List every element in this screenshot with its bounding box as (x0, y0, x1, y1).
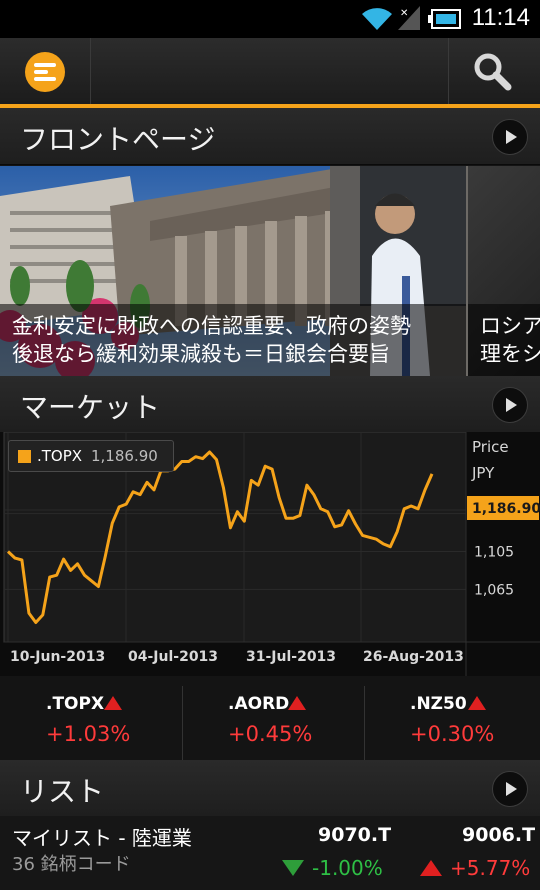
x-tick-label: 31-Jul-2013 (246, 649, 336, 665)
stock-code: 9070.T (318, 824, 392, 846)
front-page-more-button[interactable] (492, 119, 528, 155)
up-arrow-icon (468, 696, 486, 710)
ticker-nz50[interactable]: .NZ50 +0.30% (364, 686, 540, 760)
watchlist-title: マイリスト - 陸運業 (12, 826, 192, 850)
price-axis-label: Price (472, 438, 509, 456)
next-news-headline-line2: 理をシ (480, 342, 540, 366)
ticker-symbol: .TOPX (46, 694, 105, 714)
down-arrow-icon (282, 860, 304, 876)
up-arrow-icon (288, 696, 306, 710)
next-news-headline-line1: ロシア (480, 314, 540, 338)
list-title: リスト (20, 775, 105, 808)
chart-legend: .TOPX 1,186.90 (8, 440, 174, 472)
status-bar: ✕ 11:14 (0, 0, 540, 38)
legend-symbol: .TOPX (37, 447, 83, 465)
y-tick-label: 1,105 (474, 544, 514, 560)
list-header[interactable]: リスト (0, 760, 540, 817)
y-tick-label: 1,065 (474, 582, 514, 598)
ticker-symbol: .AORD (228, 694, 290, 714)
market-more-button[interactable] (492, 387, 528, 423)
app-bar (0, 38, 540, 104)
news-caption[interactable]: 金利安定に財政への信認重要、政府の姿勢 後退なら緩和効果減殺も＝日銀会合要旨 (0, 304, 466, 376)
x-tick-label: 26-Aug-2013 (363, 649, 464, 665)
market-title: マーケット (20, 391, 161, 424)
legend-value: 1,186.90 (91, 447, 158, 465)
front-page-title: フロントページ (20, 123, 216, 156)
watchlist-row[interactable]: マイリスト - 陸運業 36 銘柄コード 9070.T -1.00% 9006.… (0, 816, 540, 890)
battery-icon (428, 9, 461, 29)
svg-text:✕: ✕ (400, 8, 408, 19)
clock: 11:14 (471, 4, 530, 31)
next-news-caption[interactable]: ロシア 理をシ (468, 304, 540, 376)
app-logo-icon (25, 52, 65, 92)
no-signal-icon: ✕ (398, 6, 420, 30)
market-header[interactable]: マーケット (0, 376, 540, 433)
ticker-change: +0.30% (410, 722, 495, 746)
stock-code: 9006.T (462, 824, 536, 846)
price-chart[interactable]: 1,0651,1051,145 10-Jun-201304-Jul-201331… (0, 431, 540, 676)
list-more-button[interactable] (492, 771, 528, 807)
ticker-topx[interactable]: .TOPX +1.03% (0, 686, 180, 760)
news-headline-line2: 後退なら緩和効果減殺も＝日銀会合要旨 (12, 342, 390, 366)
search-button[interactable] (449, 38, 540, 104)
stock-change: -1.00% (312, 856, 383, 880)
up-arrow-icon (420, 860, 442, 876)
appbar-divider (90, 38, 91, 104)
current-value-badge: 1,186.90 (472, 501, 540, 517)
x-tick-label: 04-Jul-2013 (128, 649, 218, 665)
app-logo-button[interactable] (0, 38, 90, 104)
up-arrow-icon (104, 696, 122, 710)
x-tick-label: 10-Jun-2013 (10, 649, 105, 665)
watchlist-subtitle: 36 銘柄コード (12, 854, 131, 875)
news-carousel[interactable]: 金利安定に財政への信認重要、政府の姿勢 後退なら緩和効果減殺も＝日銀会合要旨 ロ… (0, 166, 540, 376)
index-tickers: .TOPX +1.03% .AORD +0.45% .NZ50 +0.30% (0, 686, 540, 760)
ticker-change: +0.45% (228, 722, 313, 746)
currency-axis-label: JPY (471, 464, 495, 482)
wifi-icon (362, 8, 392, 30)
ticker-aord[interactable]: .AORD +0.45% (182, 686, 362, 760)
ticker-change: +1.03% (46, 722, 131, 746)
front-page-header[interactable]: フロントページ (0, 108, 540, 165)
ticker-symbol: .NZ50 (410, 694, 467, 714)
news-headline-line1: 金利安定に財政への信認重要、政府の姿勢 (12, 314, 411, 338)
legend-color-swatch (18, 450, 31, 463)
search-icon (474, 53, 512, 91)
stock-change: +5.77% (450, 856, 531, 880)
